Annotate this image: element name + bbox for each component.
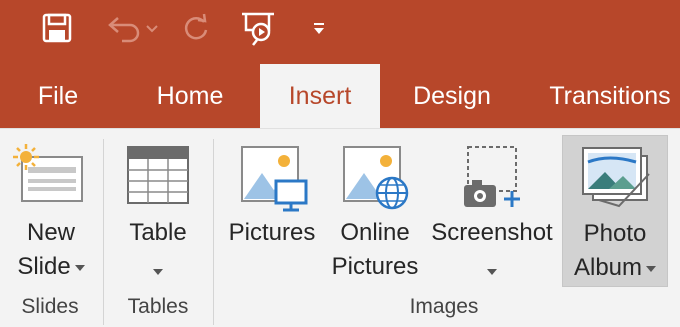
tab-insert[interactable]: Insert: [260, 64, 380, 130]
screenshot-label: Screenshot: [431, 219, 553, 246]
tab-transitions[interactable]: Transitions: [540, 64, 680, 128]
photo-album-button[interactable]: Photo Album: [562, 135, 668, 287]
quick-access-toolbar: [0, 0, 680, 64]
tab-file[interactable]: File: [20, 64, 96, 128]
chevron-down-icon: [153, 269, 163, 275]
chevron-down-icon: [487, 269, 497, 275]
new-slide-label: New: [26, 219, 75, 246]
photo-album-label: Photo: [583, 220, 647, 247]
photo-album-icon: [582, 147, 650, 208]
ribbon-tabs: File Home Insert Design Transitions: [0, 64, 680, 130]
undo-icon[interactable]: [100, 8, 160, 48]
ribbon-panel: New Slide Slides Table Tables Pictures O…: [0, 128, 680, 327]
new-slide-button[interactable]: New Slide: [6, 135, 96, 289]
online-pictures-icon: [343, 146, 409, 210]
new-slide-label-2: Slide: [6, 251, 96, 283]
table-icon: [127, 146, 189, 204]
online-pictures-label: Online: [340, 219, 410, 246]
table-button[interactable]: Table: [112, 135, 204, 289]
save-icon[interactable]: [38, 8, 76, 48]
tab-home[interactable]: Home: [136, 64, 244, 128]
pictures-button[interactable]: Pictures: [222, 135, 322, 289]
tab-design[interactable]: Design: [396, 64, 508, 128]
online-pictures-button[interactable]: Online Pictures: [326, 135, 424, 289]
group-label-images: Images: [409, 295, 479, 318]
photo-album-label-2: Album: [563, 252, 667, 284]
online-pictures-label-2: Pictures: [331, 253, 419, 280]
new-slide-icon: [13, 144, 83, 202]
chevron-down-icon: [646, 265, 657, 272]
redo-icon[interactable]: [176, 8, 216, 48]
group-label-slides: Slides: [21, 295, 79, 318]
screenshot-button[interactable]: Screenshot: [426, 135, 558, 289]
start-from-beginning-icon[interactable]: [236, 8, 280, 48]
screenshot-icon: [464, 146, 520, 207]
pictures-label: Pictures: [228, 219, 316, 246]
group-label-tables: Tables: [127, 295, 189, 318]
customize-dropdown-icon[interactable]: [306, 8, 332, 48]
table-label: Table: [129, 219, 187, 246]
pictures-icon: [241, 146, 308, 212]
chevron-down-icon: [74, 264, 85, 271]
